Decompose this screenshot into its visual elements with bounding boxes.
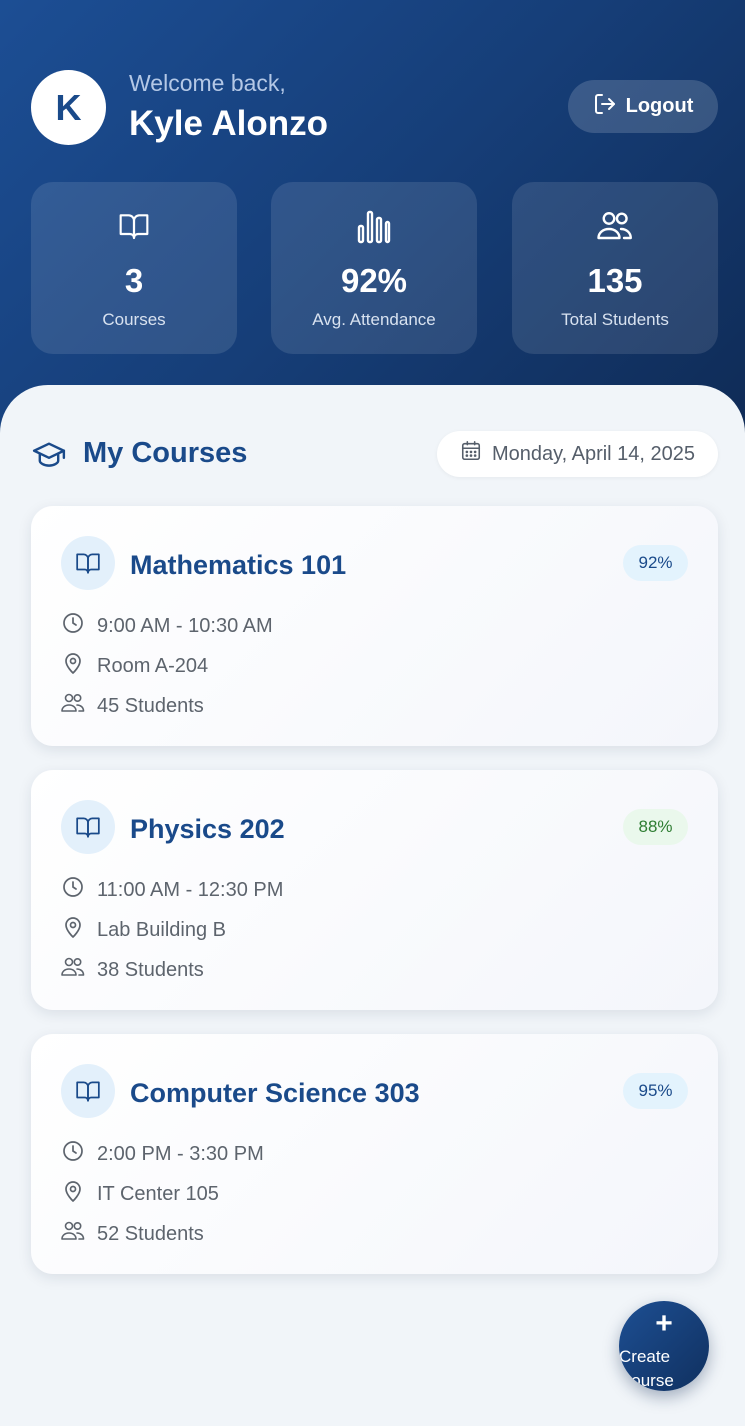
course-time: 9:00 AM - 10:30 AM <box>61 611 273 641</box>
location-pin-icon <box>61 1179 85 1209</box>
users-icon <box>61 1219 85 1249</box>
course-card[interactable]: Physics 202 88% 11:00 AM - 12:30 PM Lab … <box>31 770 718 1010</box>
attendance-badge: 95% <box>623 1073 688 1109</box>
clock-icon <box>61 1139 85 1169</box>
stat-value: 92% <box>340 262 408 299</box>
stat-label: Total Students <box>561 310 669 329</box>
students-text: 38 Students <box>97 958 204 981</box>
course-location: IT Center 105 <box>61 1179 219 1209</box>
create-course-label: Create Course <box>619 1347 674 1390</box>
user-name: Kyle Alonzo <box>129 104 328 143</box>
avatar[interactable]: K <box>31 70 106 145</box>
stat-card-attendance: 92% Avg. Attendance <box>271 182 477 354</box>
section-title: My Courses <box>83 437 248 469</box>
time-text: 2:00 PM - 3:30 PM <box>97 1142 264 1165</box>
date-text: Monday, April 14, 2025 <box>491 442 696 465</box>
create-course-button[interactable]: + Create Course <box>619 1301 709 1391</box>
course-title: Mathematics 101 <box>130 550 347 580</box>
calendar-icon <box>460 440 482 468</box>
course-time: 11:00 AM - 12:30 PM <box>61 875 283 905</box>
clock-icon <box>61 611 85 641</box>
bar-chart-icon <box>357 208 391 244</box>
course-title: Physics 202 <box>130 814 285 844</box>
stat-card-students: 135 Total Students <box>512 182 718 354</box>
book-icon <box>116 208 152 244</box>
attendance-badge: 88% <box>623 809 688 845</box>
location-pin-icon <box>61 915 85 945</box>
location-text: Lab Building B <box>97 918 226 941</box>
course-card[interactable]: Mathematics 101 92% 9:00 AM - 10:30 AM R… <box>31 506 718 746</box>
attendance-badge: 92% <box>623 545 688 581</box>
location-text: IT Center 105 <box>97 1182 219 1205</box>
book-icon <box>61 800 115 854</box>
course-card[interactable]: Computer Science 303 95% 2:00 PM - 3:30 … <box>31 1034 718 1274</box>
stat-value: 135 <box>587 262 643 299</box>
plus-icon: + <box>655 1307 673 1340</box>
users-icon <box>61 691 85 721</box>
course-title: Computer Science 303 <box>130 1078 420 1108</box>
time-text: 9:00 AM - 10:30 AM <box>97 614 273 637</box>
course-location: Room A-204 <box>61 651 208 681</box>
course-students: 38 Students <box>61 955 204 985</box>
students-text: 52 Students <box>97 1222 204 1245</box>
location-pin-icon <box>61 651 85 681</box>
stat-label: Avg. Attendance <box>312 310 436 329</box>
course-students: 45 Students <box>61 691 204 721</box>
logout-label: Logout <box>625 95 694 117</box>
graduation-cap-icon <box>32 438 66 472</box>
book-icon <box>61 536 115 590</box>
clock-icon <box>61 875 85 905</box>
welcome-text: Welcome back, <box>129 70 286 96</box>
location-text: Room A-204 <box>97 654 209 677</box>
stat-value: 3 <box>124 262 144 299</box>
users-icon <box>597 208 633 244</box>
course-students: 52 Students <box>61 1219 204 1249</box>
time-text: 11:00 AM - 12:30 PM <box>97 878 284 901</box>
logout-button[interactable]: Logout <box>568 80 718 133</box>
stat-label: Courses <box>102 310 166 329</box>
users-icon <box>61 955 85 985</box>
logout-icon <box>593 92 617 122</box>
students-text: 45 Students <box>97 694 204 717</box>
course-location: Lab Building B <box>61 915 226 945</box>
header-banner: K Welcome back, Kyle Alonzo Logout 3 Cou… <box>0 0 745 440</box>
date-pill: Monday, April 14, 2025 <box>437 431 718 477</box>
stat-card-courses: 3 Courses <box>31 182 237 354</box>
course-time: 2:00 PM - 3:30 PM <box>61 1139 264 1169</box>
book-icon <box>61 1064 115 1118</box>
